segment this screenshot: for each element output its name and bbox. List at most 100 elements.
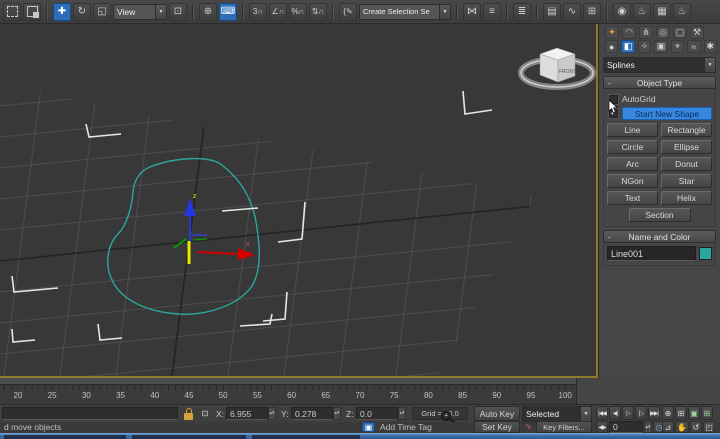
select-and-scale-button[interactable]: ◱	[93, 3, 111, 21]
play-button[interactable]: ▷	[622, 406, 634, 420]
tab-modify[interactable]: ◠	[622, 26, 636, 39]
auto-key-button[interactable]: Auto Key	[474, 406, 520, 421]
chevron-down-icon[interactable]: ▼	[580, 407, 591, 421]
key-mode-toggle[interactable]: ◀▶	[596, 421, 608, 433]
y-coordinate-field[interactable]: 0.278	[291, 407, 333, 420]
timeline-ruler[interactable]: 20253035404550556065707580859095100	[0, 385, 576, 404]
category-cameras[interactable]: ▣	[654, 40, 667, 53]
select-and-move-button[interactable]: ✚	[53, 3, 71, 21]
arc-button[interactable]: Arc	[607, 157, 658, 171]
chevron-down-icon[interactable]: ▼	[704, 58, 715, 72]
maximize-viewport-icon[interactable]: ◰	[703, 421, 715, 433]
scene-explorer-button[interactable]: ▤	[543, 3, 561, 21]
tab-motion[interactable]: ◎	[656, 26, 670, 39]
spinner-snap-button[interactable]: ⇅∩	[309, 3, 327, 21]
category-lights[interactable]: ✧	[638, 40, 651, 53]
zoom-all-icon[interactable]: ⊞	[675, 406, 687, 420]
use-pivot-point-center-button[interactable]: ⊡	[169, 3, 187, 21]
chevron-down-icon[interactable]: ▼	[155, 5, 166, 19]
edit-named-selection-sets-button[interactable]: {✎	[339, 3, 357, 21]
section-button[interactable]: Section	[629, 208, 691, 222]
zoom-extents-icon[interactable]: ▣	[688, 406, 700, 420]
set-key-button[interactable]: Set Key	[474, 421, 520, 433]
start-new-shape-button[interactable]: Start New Shape	[622, 107, 712, 120]
ngon-button[interactable]: NGon	[607, 174, 658, 188]
line-button[interactable]: Line	[607, 123, 658, 137]
key-filters-button[interactable]: Key Filters...	[536, 421, 592, 433]
selection-lock-icon[interactable]	[184, 408, 194, 420]
rendered-frame-window-button[interactable]: ▦	[653, 3, 671, 21]
circle-button[interactable]: Circle	[607, 140, 658, 154]
name-color-header[interactable]: - Name and Color	[603, 230, 716, 243]
keyboard-shortcut-override-button[interactable]: ⌨	[219, 3, 237, 21]
category-geometry[interactable]: ●	[605, 40, 618, 53]
rectangle-button[interactable]: Rectangle	[661, 123, 712, 137]
collapse-icon[interactable]: -	[608, 77, 611, 89]
go-to-end-button[interactable]: ▶▶|	[648, 406, 660, 420]
percent-snap-button[interactable]: %∩	[289, 3, 307, 21]
object-color-swatch[interactable]	[699, 247, 712, 260]
text-button[interactable]: Text	[607, 191, 658, 205]
category-space-warps[interactable]: ≈	[687, 40, 700, 53]
select-and-manipulate-button[interactable]: ⊕	[199, 3, 217, 21]
mirror-button[interactable]: ⋈	[463, 3, 481, 21]
x-coordinate-field[interactable]: 6.955	[226, 407, 268, 420]
named-selection-sets-dropdown[interactable]: Create Selection Se ▼	[359, 4, 451, 20]
z-spinner[interactable]: ▴▾	[398, 407, 406, 420]
layer-manager-button[interactable]: ≣	[513, 3, 531, 21]
taskbar-button[interactable]	[252, 435, 360, 439]
render-production-button[interactable]: ♨	[673, 3, 691, 21]
key-filter-dropdown[interactable]: Selected ▼	[522, 406, 592, 422]
current-frame-field[interactable]: 0	[609, 421, 643, 433]
track-bar[interactable]: 20253035404550556065707580859095100	[0, 378, 576, 404]
taskbar-button[interactable]	[132, 435, 246, 439]
tab-display[interactable]: ▢	[673, 26, 687, 39]
frame-spinner[interactable]: ▴▾	[644, 421, 652, 433]
category-shapes[interactable]: ◧	[621, 40, 634, 53]
collapse-icon[interactable]: -	[608, 231, 611, 243]
select-and-rotate-button[interactable]: ↻	[73, 3, 91, 21]
taskbar-button[interactable]	[4, 435, 126, 439]
set-key-curve-icon[interactable]: ∿	[522, 421, 535, 431]
time-slider-track[interactable]	[0, 378, 576, 385]
render-setup-button[interactable]: ♨	[633, 3, 651, 21]
tab-hierarchy[interactable]: ⋔	[639, 26, 653, 39]
rectangular-selection-region-button[interactable]	[3, 3, 21, 21]
chevron-down-icon[interactable]: ▼	[439, 5, 450, 19]
star-button[interactable]: Star	[661, 174, 712, 188]
shape-category-dropdown[interactable]: Splines ▼	[603, 57, 716, 73]
viewcube[interactable]: FRONT	[521, 48, 593, 87]
snap-toggle-3d-button[interactable]: 3∩	[249, 3, 267, 21]
category-helpers[interactable]: ⌖	[671, 40, 684, 53]
window-crossing-button[interactable]	[23, 3, 41, 21]
reference-coordinate-dropdown[interactable]: View ▼	[113, 4, 167, 20]
y-spinner[interactable]: ▴▾	[333, 407, 341, 420]
object-type-header[interactable]: - Object Type	[603, 76, 716, 89]
z-coordinate-field[interactable]: 0.0	[356, 407, 398, 420]
field-of-view-icon[interactable]: ⊿	[662, 421, 674, 433]
isolate-selection-icon[interactable]: ▣	[362, 422, 375, 432]
schematic-view-button[interactable]: ⊞	[583, 3, 601, 21]
align-button[interactable]: ≡	[483, 3, 501, 21]
zoom-extents-all-icon[interactable]: ⊞	[701, 406, 713, 420]
zoom-icon[interactable]: ⊕	[662, 406, 674, 420]
x-spinner[interactable]: ▴▾	[268, 407, 276, 420]
category-systems[interactable]: ✱	[704, 40, 717, 53]
add-time-tag[interactable]: Add Time Tag	[380, 422, 432, 432]
perspective-viewport[interactable]: z x FRONT	[0, 24, 598, 378]
next-frame-button[interactable]: |▷	[635, 406, 647, 420]
helix-button[interactable]: Helix	[661, 191, 712, 205]
angle-snap-button[interactable]: ∠∩	[269, 3, 287, 21]
tab-create[interactable]: ✦	[605, 26, 619, 39]
previous-frame-button[interactable]: ◀|	[609, 406, 621, 420]
object-name-field[interactable]: Line001	[607, 246, 696, 261]
tab-utilities[interactable]: ⚒	[690, 26, 704, 39]
curve-editor-button[interactable]: ∿	[563, 3, 581, 21]
maxscript-mini-listener[interactable]	[2, 407, 178, 420]
ellipse-button[interactable]: Ellipse	[661, 140, 712, 154]
move-gizmo[interactable]: z x	[174, 193, 255, 264]
gizmo-x-arrow[interactable]	[238, 248, 255, 260]
donut-button[interactable]: Donut	[661, 157, 712, 171]
material-editor-button[interactable]: ◉	[613, 3, 631, 21]
go-to-start-button[interactable]: |◀◀	[596, 406, 608, 420]
